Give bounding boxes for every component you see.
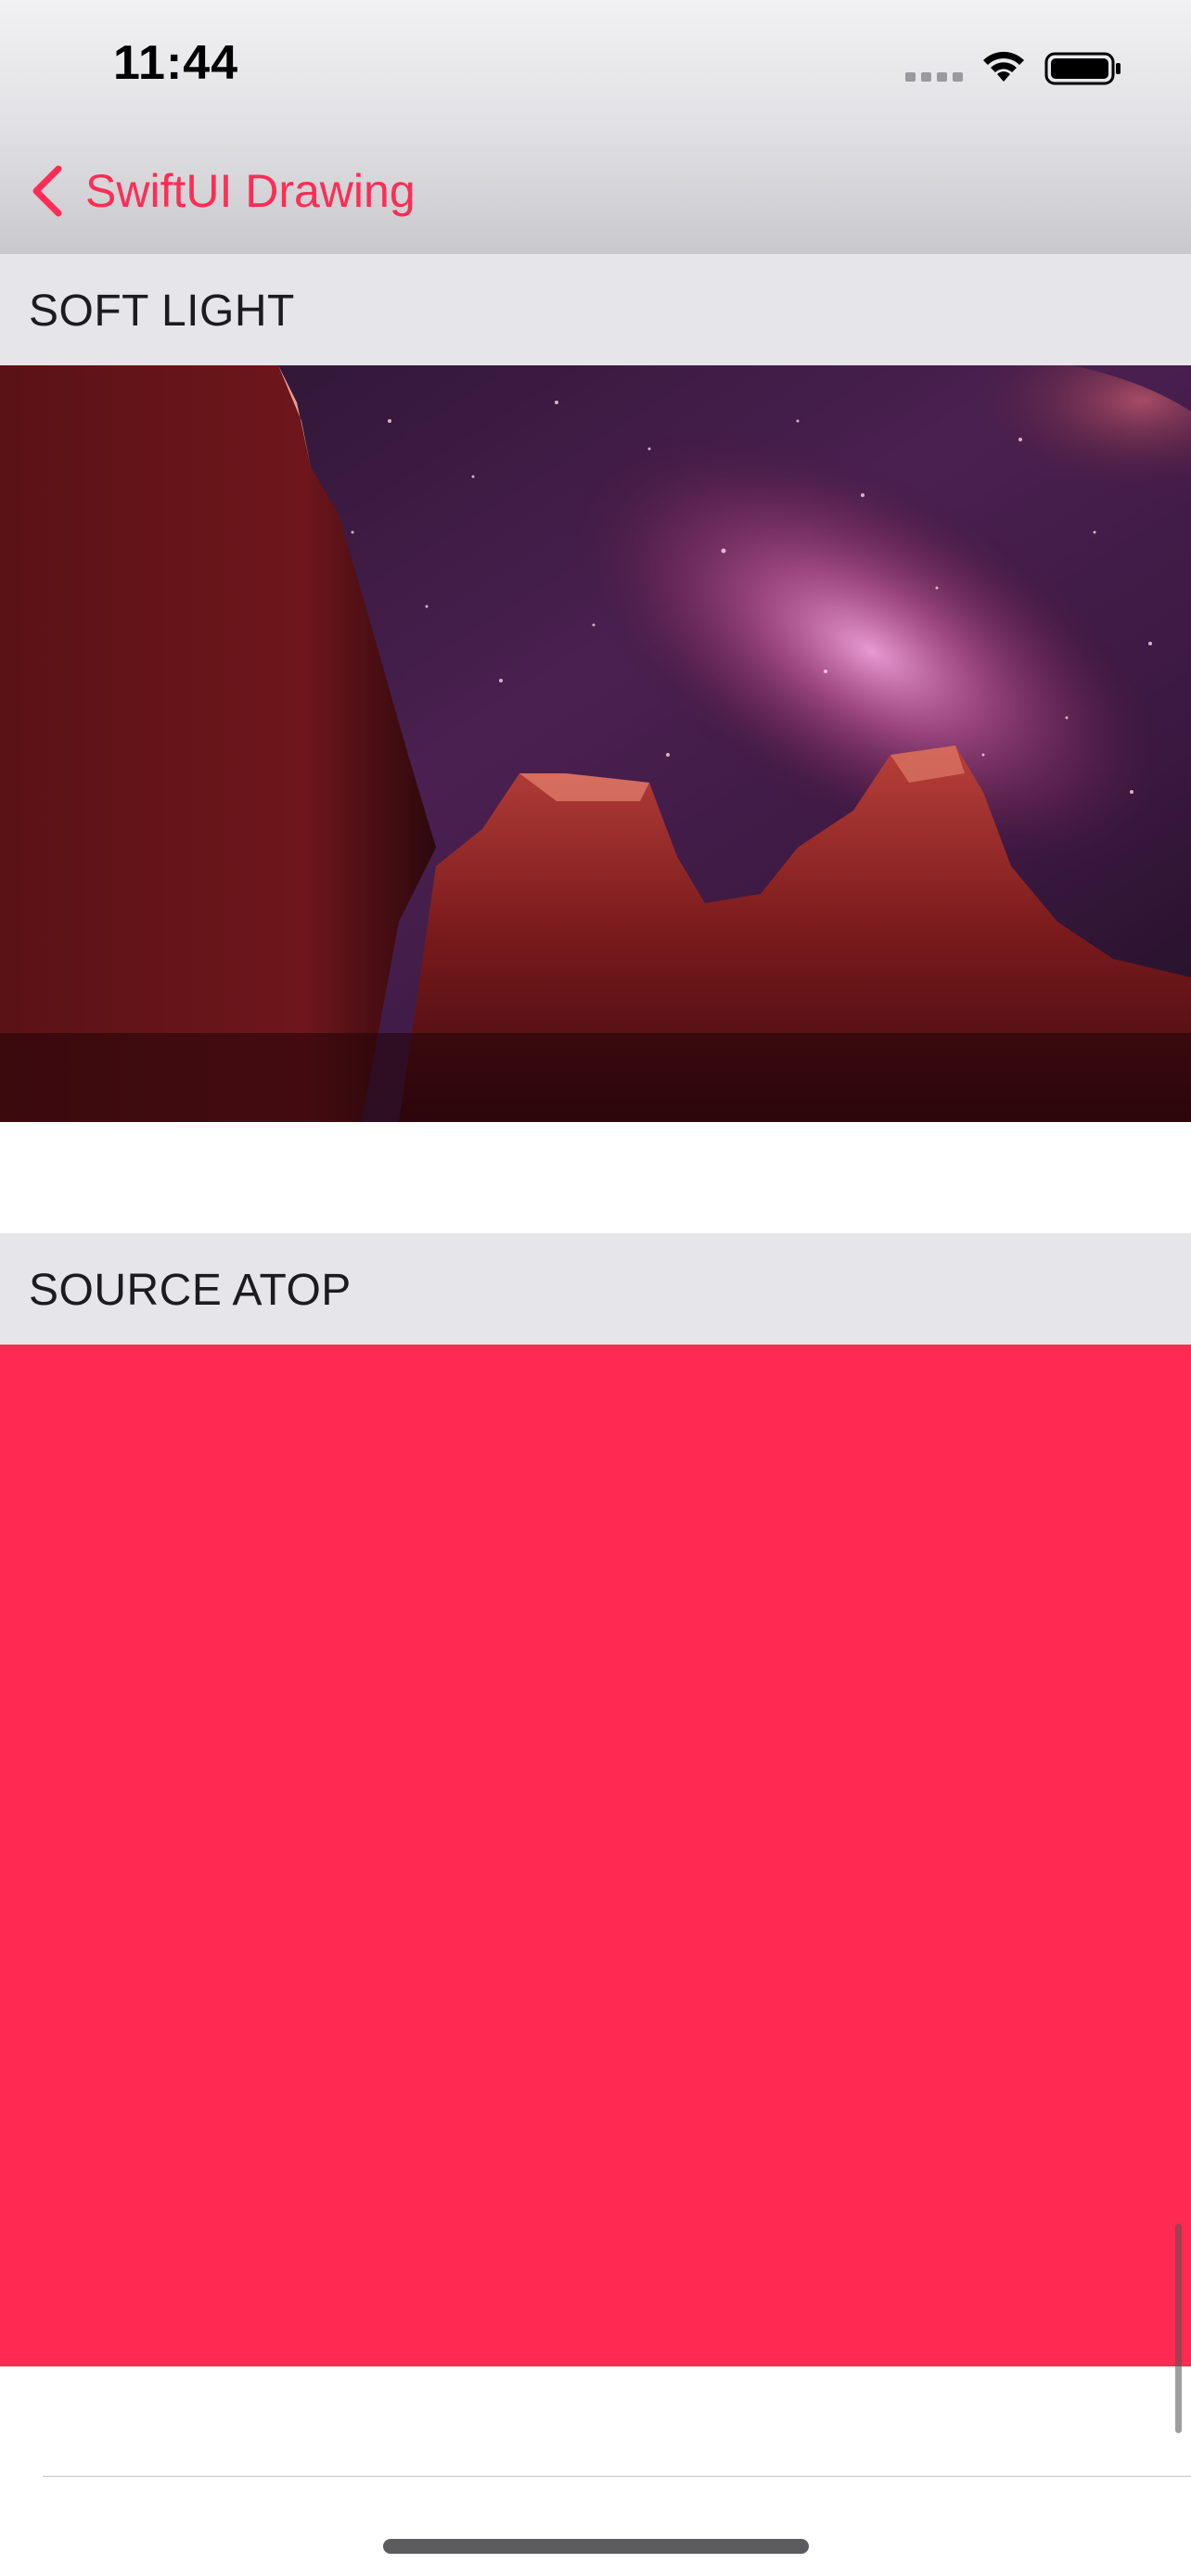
battery-icon: [1044, 52, 1121, 85]
home-indicator[interactable]: [383, 2539, 809, 2554]
navigation-bar: 11:44 SwiftUI Drawing: [0, 0, 1191, 255]
list-separator: [43, 2476, 1191, 2477]
wifi-icon: [983, 51, 1024, 82]
status-time: 11:44: [113, 36, 239, 90]
chevron-left-icon: [32, 165, 62, 217]
cellular-signal-icon: [905, 72, 963, 82]
section-title: SOURCE ATOP: [29, 1266, 352, 1315]
section-title: SOFT LIGHT: [29, 287, 295, 336]
landscape-photo: [0, 365, 1191, 1122]
back-button-label: SwiftUI Drawing: [85, 165, 416, 217]
scroll-indicator[interactable]: [1175, 2224, 1182, 2433]
source-atop-red-fill: [0, 1345, 1191, 2366]
section-header-soft-light: SOFT LIGHT: [0, 254, 1191, 365]
back-button[interactable]: SwiftUI Drawing: [28, 158, 416, 224]
section-header-source-atop: SOURCE ATOP: [0, 1233, 1191, 1345]
